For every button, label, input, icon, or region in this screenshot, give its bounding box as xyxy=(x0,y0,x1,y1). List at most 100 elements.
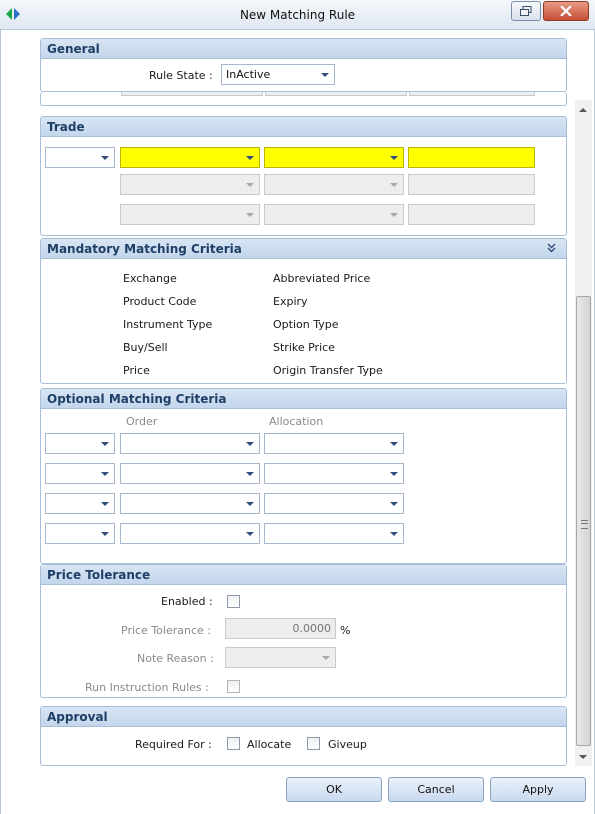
rule-state-select[interactable]: InActive xyxy=(221,64,335,85)
run-instruction-rules-checkbox[interactable] xyxy=(227,680,240,693)
chevron-down-icon xyxy=(96,148,114,167)
enabled-label: Enabled : xyxy=(161,595,213,608)
rule-state-label: Rule State : xyxy=(149,69,213,82)
chevron-down-icon xyxy=(241,148,259,167)
price-tolerance-section: Price Tolerance Enabled : Price Toleranc… xyxy=(40,564,567,698)
hidden-field xyxy=(409,92,535,96)
trade-field-select-3[interactable] xyxy=(120,204,260,225)
chevron-down-icon xyxy=(385,205,403,224)
hidden-field xyxy=(265,92,407,96)
trade-value-input-2[interactable] xyxy=(408,174,535,195)
optional-order-select-4[interactable] xyxy=(120,523,260,544)
trade-section: Trade xyxy=(40,116,567,236)
trade-heading: Trade xyxy=(41,117,566,137)
rule-state-value: InActive xyxy=(226,68,271,81)
grip-icon xyxy=(581,520,588,529)
criteria-scroll-area[interactable]: Trade Mandatory Matching Criteria Exchan… xyxy=(40,92,567,766)
allocate-checkbox[interactable] xyxy=(227,737,240,750)
mandatory-criterion: Abbreviated Price xyxy=(273,272,371,285)
trade-value-input-3[interactable] xyxy=(408,204,535,225)
mandatory-section: Mandatory Matching Criteria Exchange Pro… xyxy=(40,238,567,384)
optional-operator-select-1[interactable] xyxy=(45,433,115,454)
optional-allocation-select-2[interactable] xyxy=(264,463,404,484)
restore-button[interactable] xyxy=(511,1,541,21)
scrollbar-thumb[interactable] xyxy=(576,296,591,746)
trade-field-select-2[interactable] xyxy=(120,174,260,195)
apply-button[interactable]: Apply xyxy=(490,777,586,802)
trade-condition-select-1[interactable] xyxy=(264,147,404,168)
optional-operator-select-3[interactable] xyxy=(45,493,115,514)
optional-order-select-3[interactable] xyxy=(120,493,260,514)
chevron-down-icon xyxy=(241,434,259,453)
price-tolerance-value: 0.0000 xyxy=(292,622,332,635)
optional-section: Optional Matching Criteria Order Allocat… xyxy=(40,388,567,564)
mandatory-criterion: Buy/Sell xyxy=(123,341,168,354)
trade-value-input-1[interactable] xyxy=(408,147,535,168)
trade-condition-select-2[interactable] xyxy=(264,174,404,195)
giveup-checkbox[interactable] xyxy=(307,737,320,750)
chevron-down-icon xyxy=(317,648,335,667)
price-tolerance-label: Price Tolerance : xyxy=(121,624,211,637)
chevron-down-icon xyxy=(96,464,114,483)
chevron-down-icon xyxy=(385,524,403,543)
chevron-down-icon xyxy=(385,434,403,453)
mandatory-criterion: Price xyxy=(123,364,150,377)
cancel-button[interactable]: Cancel xyxy=(388,777,484,802)
chevron-down-icon xyxy=(241,494,259,513)
close-button[interactable] xyxy=(543,1,589,21)
optional-allocation-select-1[interactable] xyxy=(264,433,404,454)
mandatory-criterion: Instrument Type xyxy=(123,318,213,331)
allocate-label: Allocate xyxy=(247,738,292,751)
scroll-up-arrow-icon[interactable] xyxy=(579,108,587,112)
optional-order-select-1[interactable] xyxy=(120,433,260,454)
note-reason-select[interactable] xyxy=(225,647,336,668)
run-instruction-rules-label: Run Instruction Rules : xyxy=(85,681,209,694)
chevron-down-icon xyxy=(241,464,259,483)
price-tolerance-input[interactable]: 0.0000 xyxy=(225,618,336,639)
double-chevron-down-icon[interactable] xyxy=(547,243,556,253)
trade-operator-select[interactable] xyxy=(45,147,115,168)
chevron-down-icon xyxy=(96,524,114,543)
vertical-scrollbar[interactable] xyxy=(575,100,592,766)
scroll-down-arrow-icon[interactable] xyxy=(579,755,587,759)
price-tolerance-heading: Price Tolerance xyxy=(41,565,566,585)
mandatory-criterion: Expiry xyxy=(273,295,308,308)
optional-heading: Optional Matching Criteria xyxy=(41,389,566,409)
ok-button[interactable]: OK xyxy=(286,777,382,802)
trade-field-select-1[interactable] xyxy=(120,147,260,168)
optional-operator-select-4[interactable] xyxy=(45,523,115,544)
chevron-down-icon xyxy=(241,205,259,224)
chevron-down-icon xyxy=(96,494,114,513)
close-icon xyxy=(560,6,572,16)
mandatory-criterion: Exchange xyxy=(123,272,177,285)
giveup-label: Giveup xyxy=(328,738,367,751)
enabled-checkbox[interactable] xyxy=(227,595,240,608)
optional-operator-select-2[interactable] xyxy=(45,463,115,484)
percent-unit-label: % xyxy=(340,624,351,637)
mandatory-heading: Mandatory Matching Criteria xyxy=(41,239,566,259)
chevron-down-icon xyxy=(385,175,403,194)
window-title: New Matching Rule xyxy=(239,8,356,22)
approval-section: Approval Required For : Allocate Giveup xyxy=(40,706,567,766)
allocation-column-header: Allocation xyxy=(269,415,324,428)
chevron-down-icon xyxy=(385,494,403,513)
required-for-label: Required For : xyxy=(135,738,212,751)
general-heading: General xyxy=(41,39,566,59)
mandatory-criterion: Product Code xyxy=(123,295,197,308)
note-reason-label: Note Reason : xyxy=(137,652,214,665)
mandatory-criterion: Origin Transfer Type xyxy=(273,364,383,377)
general-section: General Rule State : InActive xyxy=(40,38,567,92)
restore-icon xyxy=(520,6,532,16)
chevron-down-icon xyxy=(96,434,114,453)
mandatory-criterion: Strike Price xyxy=(273,341,335,354)
optional-order-select-2[interactable] xyxy=(120,463,260,484)
optional-allocation-select-3[interactable] xyxy=(264,493,404,514)
chevron-down-icon xyxy=(385,464,403,483)
chevron-down-icon xyxy=(316,65,334,84)
chevron-down-icon xyxy=(241,524,259,543)
chevron-down-icon xyxy=(385,148,403,167)
mandatory-criterion: Option Type xyxy=(273,318,339,331)
trade-condition-select-3[interactable] xyxy=(264,204,404,225)
hidden-field xyxy=(121,92,263,96)
optional-allocation-select-4[interactable] xyxy=(264,523,404,544)
